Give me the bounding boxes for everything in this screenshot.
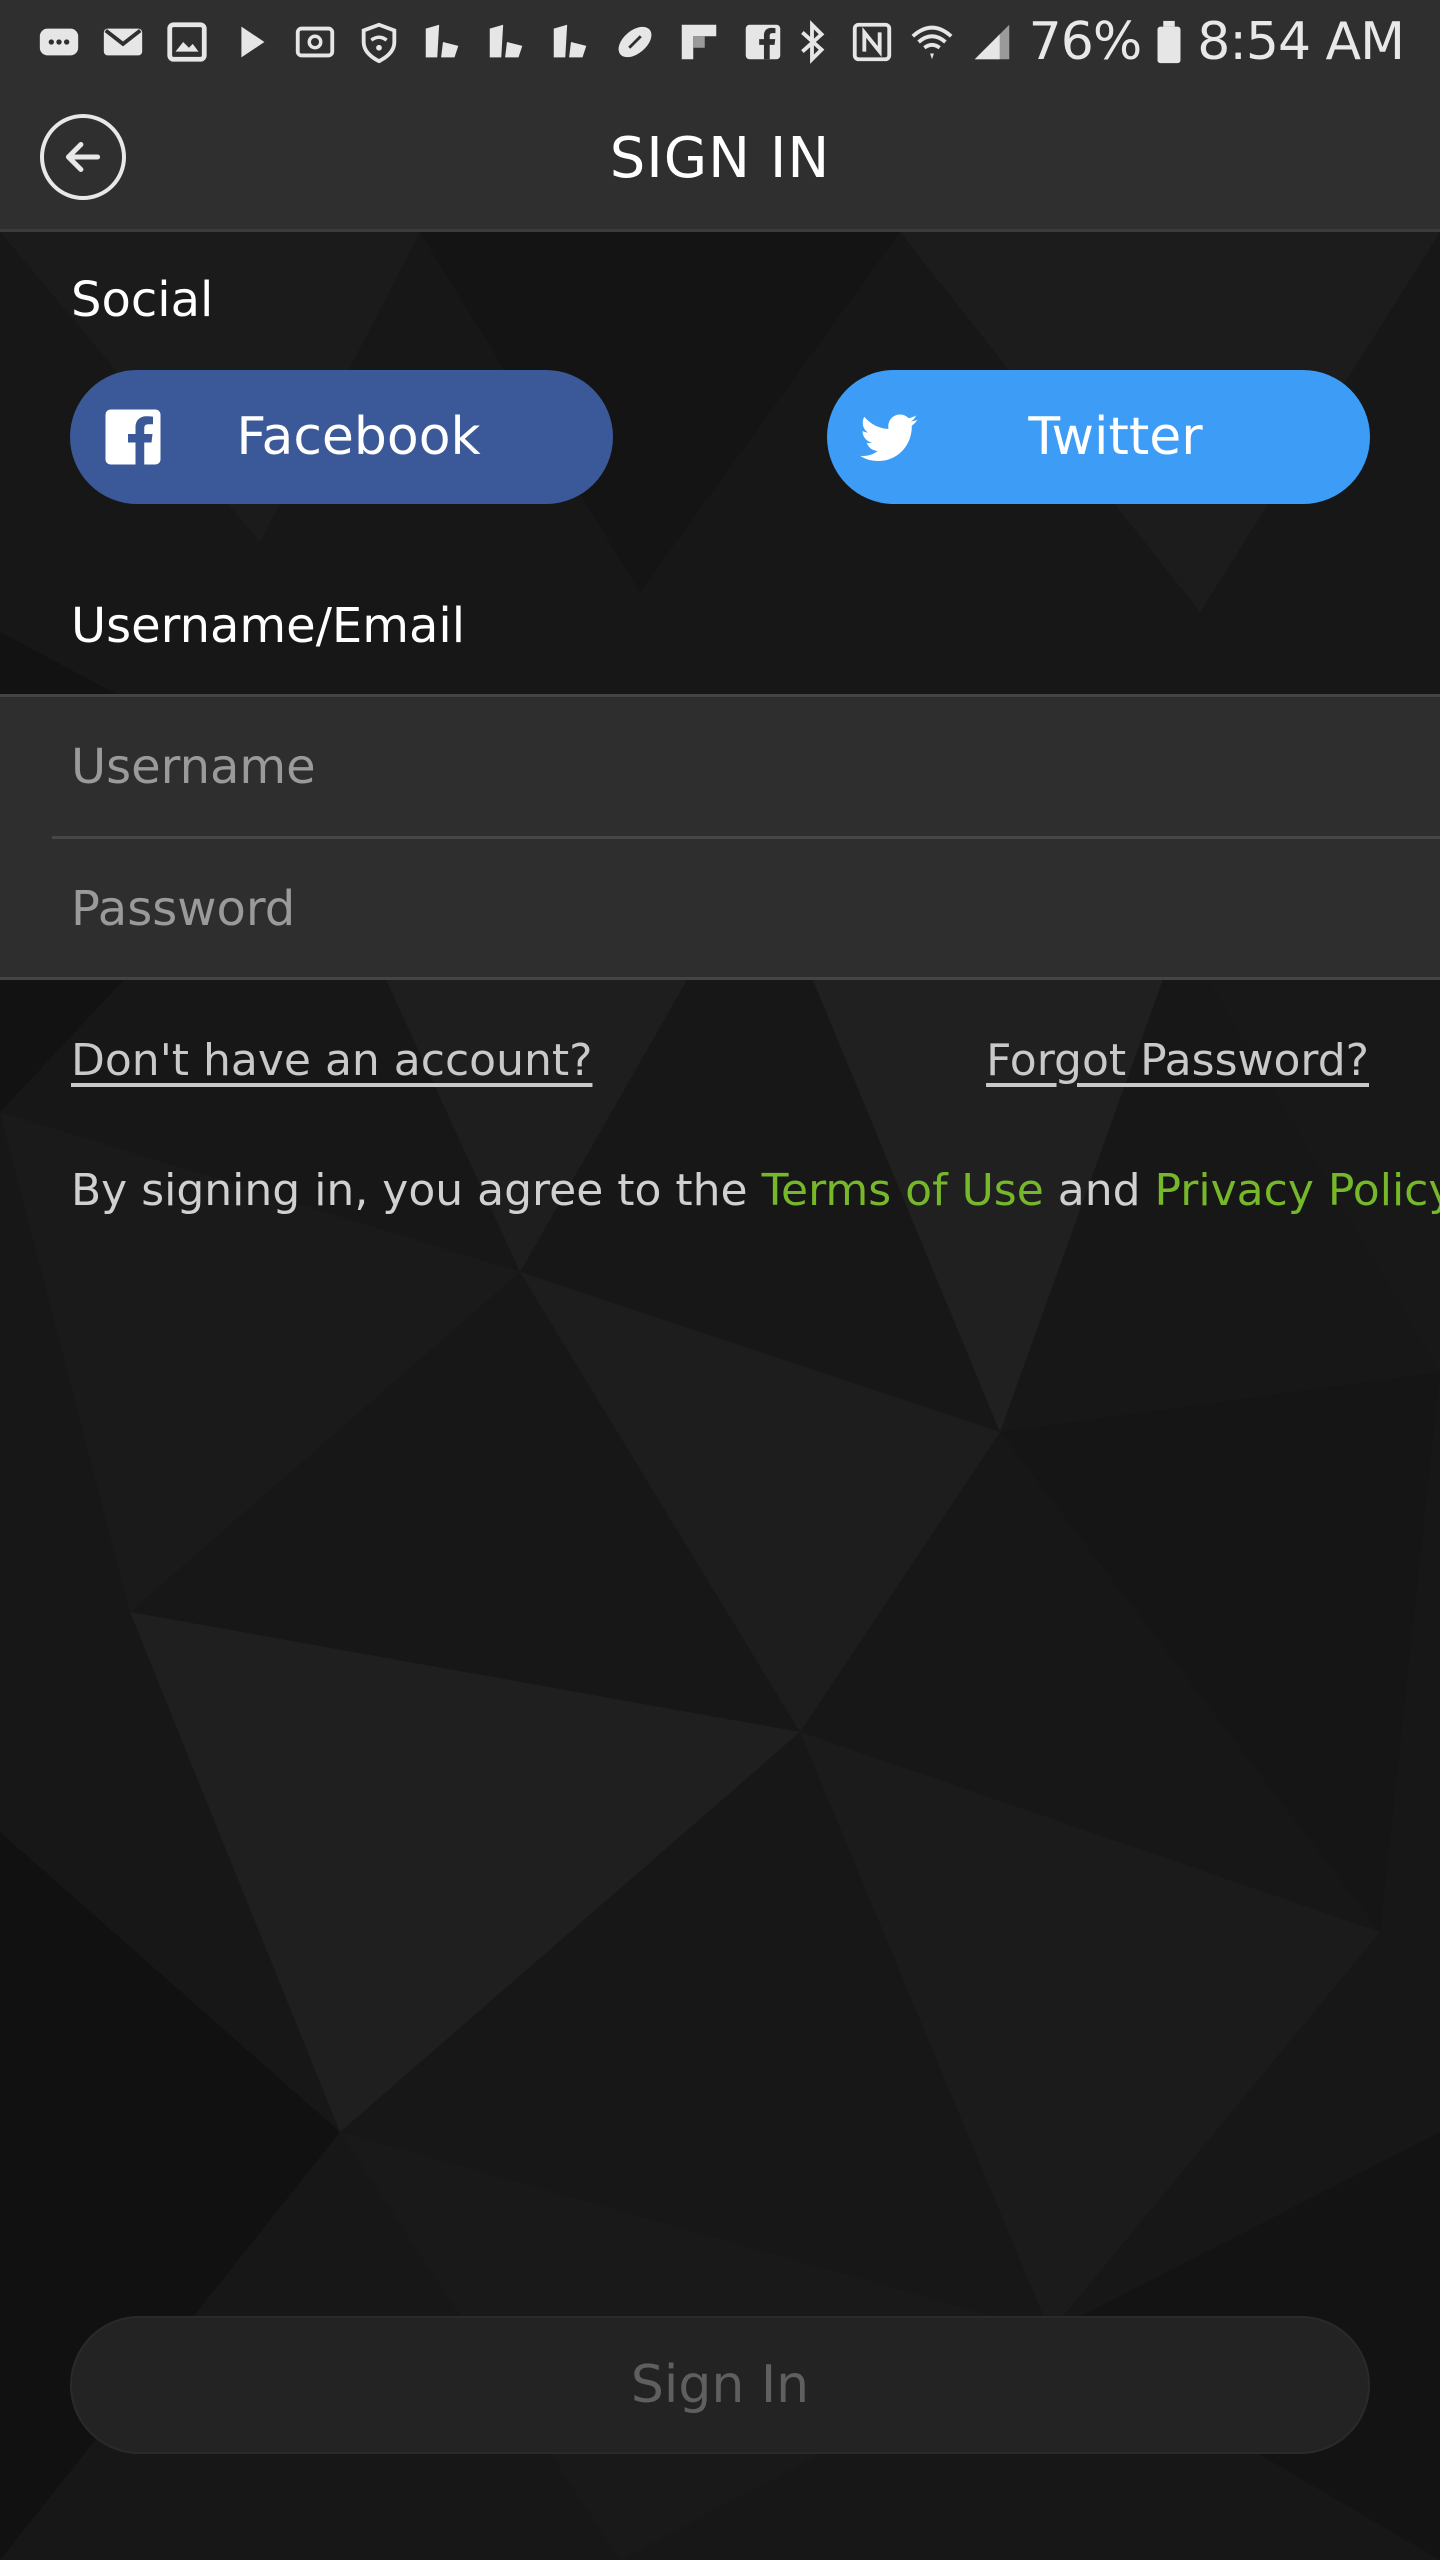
twitter-login-button[interactable]: Twitter — [827, 370, 1370, 504]
facebook-login-button[interactable]: Facebook — [70, 370, 613, 504]
terms-of-use-link[interactable]: Terms of Use — [762, 1165, 1044, 1216]
app-bar: SIGN IN — [0, 84, 1440, 232]
password-input[interactable] — [52, 839, 1440, 978]
social-label: Social — [71, 272, 214, 328]
credentials-form — [0, 694, 1440, 980]
bluetooth-icon — [789, 19, 835, 65]
play-icon — [228, 19, 274, 65]
twitter-icon — [860, 414, 918, 461]
page-title: SIGN IN — [609, 126, 831, 191]
app-icon — [548, 19, 594, 65]
email-icon — [100, 19, 146, 65]
football-icon — [612, 19, 658, 65]
message-icon — [36, 19, 82, 65]
gallery-icon — [164, 19, 210, 65]
nfc-icon — [849, 19, 895, 65]
username-input[interactable] — [52, 697, 1440, 836]
username-email-label: Username/Email — [71, 598, 466, 654]
system-status: 76% 8:54 AM — [789, 0, 1405, 84]
notification-icons — [36, 0, 786, 84]
facebook-icon — [740, 19, 786, 65]
cast-icon — [292, 19, 338, 65]
terms-notice: By signing in, you agree to the Terms of… — [71, 1165, 1440, 1216]
battery-percentage: 76% — [1028, 12, 1143, 72]
terms-and: and — [1043, 1165, 1155, 1216]
background-pattern — [0, 232, 1440, 2560]
facebook-icon — [105, 409, 161, 465]
clock: 8:54 AM — [1197, 12, 1405, 72]
wifi-shield-icon — [356, 19, 402, 65]
status-bar: 76% 8:54 AM — [0, 0, 1440, 84]
privacy-policy-link[interactable]: Privacy Policy — [1155, 1165, 1440, 1216]
terms-prefix: By signing in, you agree to the — [71, 1165, 762, 1216]
flipboard-icon — [676, 19, 722, 65]
app-icon — [484, 19, 530, 65]
create-account-link[interactable]: Don't have an account? — [71, 1035, 592, 1086]
sign-in-button[interactable]: Sign In — [70, 2316, 1370, 2454]
forgot-password-link[interactable]: Forgot Password? — [986, 1035, 1369, 1086]
wifi-icon — [909, 19, 955, 65]
app-icon — [420, 19, 466, 65]
signal-icon — [969, 19, 1015, 65]
battery-icon — [1155, 19, 1183, 65]
